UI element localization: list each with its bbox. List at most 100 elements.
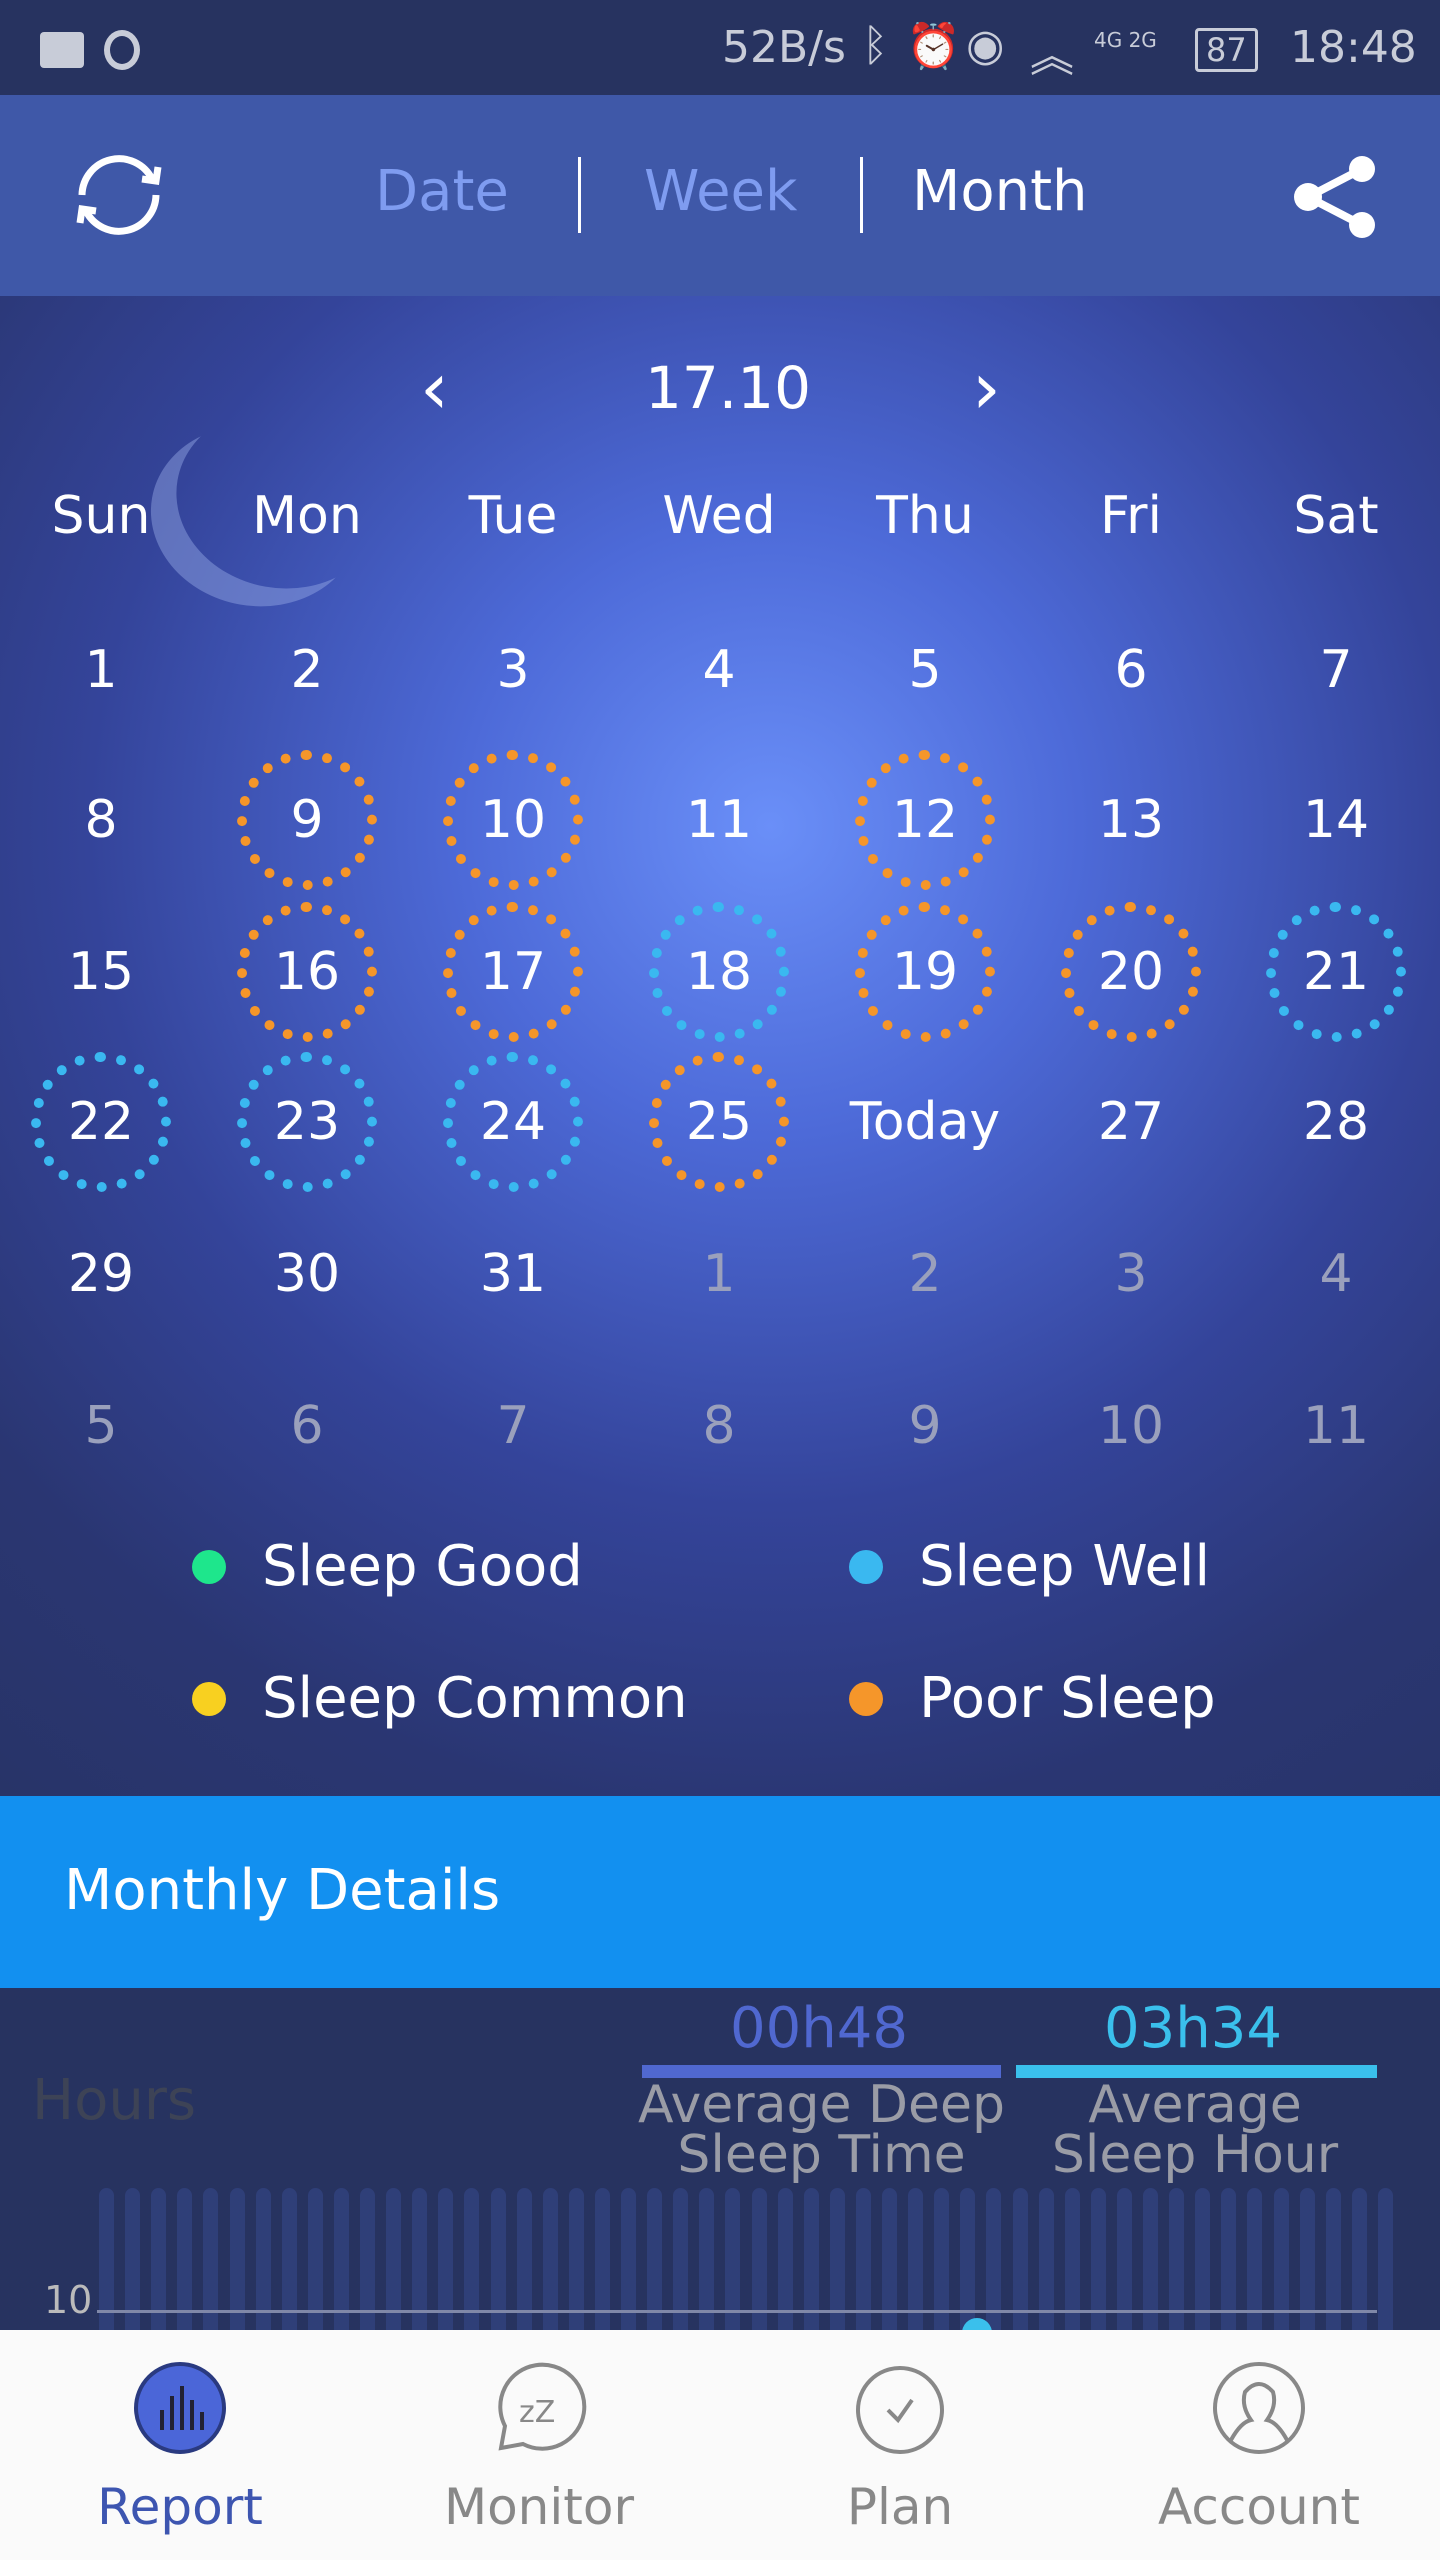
day-cell[interactable]: 8 <box>639 1356 799 1496</box>
day-number: 12 <box>891 790 959 850</box>
clock: 18:48 <box>1290 22 1417 73</box>
day-number: 7 <box>496 1396 530 1456</box>
day-cell[interactable]: 1 <box>639 1204 799 1344</box>
day-cell[interactable]: 17 <box>433 902 593 1042</box>
day-cell[interactable]: 3 <box>1051 1204 1211 1344</box>
chart-bar-bg <box>490 2188 506 2330</box>
briefcase-icon <box>40 32 84 68</box>
day-cell[interactable]: 30 <box>227 1204 387 1344</box>
chart-bar-bg <box>542 2188 558 2330</box>
chart-bar-bg <box>151 2188 167 2330</box>
day-cell[interactable]: 5 <box>845 600 1005 740</box>
day-cell[interactable]: 2 <box>227 600 387 740</box>
day-number: 4 <box>1319 1244 1353 1304</box>
day-cell[interactable]: 5 <box>21 1356 181 1496</box>
chart-bar-bg <box>725 2188 741 2330</box>
chart-bar-bg <box>594 2188 610 2330</box>
nav-plan[interactable]: Plan <box>750 2330 1050 2560</box>
day-cell[interactable]: 25 <box>639 1052 799 1192</box>
chart-bar-bg <box>1273 2188 1289 2330</box>
weekday-sat: Sat <box>1293 486 1379 546</box>
day-cell[interactable]: 23 <box>227 1052 387 1192</box>
nav-report[interactable]: Report <box>30 2330 330 2560</box>
day-cell[interactable]: 16 <box>227 902 387 1042</box>
day-cell[interactable]: 24 <box>433 1052 593 1192</box>
monthly-details-header: Monthly Details <box>0 1796 1440 1988</box>
chart-bar-bg <box>1116 2188 1132 2330</box>
chart-bar-bg <box>647 2188 663 2330</box>
day-cell[interactable]: 22 <box>21 1052 181 1192</box>
day-cell[interactable]: 18 <box>639 902 799 1042</box>
share-icon[interactable] <box>1290 155 1380 239</box>
sleep-hour-value: 03h34 <box>1104 1996 1283 2061</box>
day-number: 3 <box>1114 1244 1148 1304</box>
chart-bar-bg <box>621 2188 636 2330</box>
deep-sleep-value: 00h48 <box>730 1996 909 2061</box>
refresh-icon[interactable] <box>62 145 176 245</box>
day-cell[interactable]: 8 <box>21 750 181 890</box>
day-number: 6 <box>1114 640 1148 700</box>
day-cell[interactable]: 10 <box>433 750 593 890</box>
day-number: 7 <box>1319 640 1353 700</box>
svg-text:zZ: zZ <box>519 2395 555 2430</box>
chart-bar-bg <box>386 2188 402 2330</box>
day-cell[interactable]: 6 <box>1051 600 1211 740</box>
prev-month-button[interactable]: ‹ <box>420 346 449 430</box>
chart-bar-bg <box>438 2188 454 2330</box>
chart-bar-bg <box>1038 2188 1054 2330</box>
alarm-icon: ⏰ <box>906 21 961 72</box>
chart-bar-bg <box>125 2188 141 2330</box>
account-icon <box>1213 2362 1305 2454</box>
day-cell[interactable]: 4 <box>639 600 799 740</box>
day-cell[interactable]: 31 <box>433 1204 593 1344</box>
day-cell[interactable]: 3 <box>433 600 593 740</box>
chart-bar-bg <box>568 2188 584 2330</box>
chart-bar-bg <box>412 2188 428 2330</box>
day-cell[interactable]: 2 <box>845 1204 1005 1344</box>
plan-icon <box>856 2366 944 2454</box>
tab-date[interactable]: Date <box>375 159 509 224</box>
next-month-button[interactable]: › <box>972 346 1001 430</box>
day-cell[interactable]: 9 <box>227 750 387 890</box>
nav-monitor[interactable]: zZ Monitor <box>389 2330 689 2560</box>
day-cell[interactable]: 14 <box>1256 750 1416 890</box>
day-cell[interactable]: 13 <box>1051 750 1211 890</box>
chart-bar-bg <box>934 2188 950 2330</box>
chart-bar-bg <box>882 2188 897 2330</box>
day-cell[interactable]: 9 <box>845 1356 1005 1496</box>
day-cell[interactable]: 11 <box>1256 1356 1416 1496</box>
day-cell[interactable]: 20 <box>1051 902 1211 1042</box>
day-number: 25 <box>685 1092 753 1152</box>
chart-bar-bg <box>1169 2188 1185 2330</box>
day-number: 9 <box>290 790 324 850</box>
day-cell[interactable]: 21 <box>1256 902 1416 1042</box>
nav-account[interactable]: Account <box>1109 2330 1409 2560</box>
chart-bar-bg <box>177 2188 193 2330</box>
day-number: 1 <box>84 640 118 700</box>
chart-bar-bg <box>908 2188 924 2330</box>
day-cell[interactable]: 11 <box>639 750 799 890</box>
day-cell[interactable]: 7 <box>1256 600 1416 740</box>
day-cell[interactable]: 29 <box>21 1204 181 1344</box>
tab-month[interactable]: Month <box>912 159 1088 224</box>
day-cell[interactable]: 6 <box>227 1356 387 1496</box>
day-cell[interactable]: 1 <box>21 600 181 740</box>
day-cell[interactable]: 7 <box>433 1356 593 1496</box>
day-number: 10 <box>1097 1396 1165 1456</box>
day-cell[interactable]: 10 <box>1051 1356 1211 1496</box>
day-cell[interactable]: 15 <box>21 902 181 1042</box>
tab-week[interactable]: Week <box>644 159 797 224</box>
day-number: 10 <box>479 790 547 850</box>
day-cell[interactable]: 19 <box>845 902 1005 1042</box>
chart-bar-bg <box>699 2188 715 2330</box>
day-cell[interactable]: 4 <box>1256 1204 1416 1344</box>
chart-bar-bg <box>203 2188 219 2330</box>
day-cell[interactable]: 27 <box>1051 1052 1211 1192</box>
day-cell[interactable]: 28 <box>1256 1052 1416 1192</box>
day-cell[interactable]: Today <box>845 1052 1005 1192</box>
monthly-details-title: Monthly Details <box>64 1858 501 1923</box>
day-number: 18 <box>685 942 753 1002</box>
sleep-hour-label: Average Sleep Hour <box>1051 2075 1339 2185</box>
day-number: 2 <box>290 640 324 700</box>
day-cell[interactable]: 12 <box>845 750 1005 890</box>
